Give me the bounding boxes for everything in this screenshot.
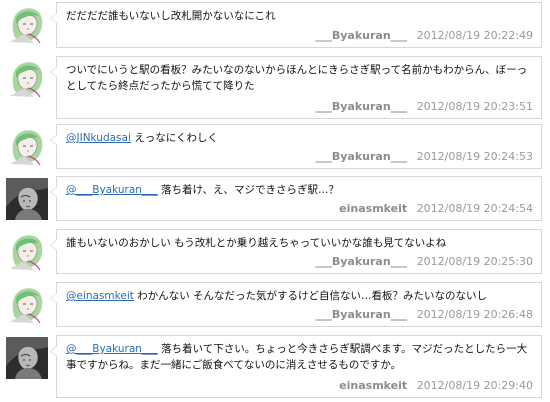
anime-green-hair-icon bbox=[6, 4, 48, 46]
tweet-row: @___Byakuran___ 落ち着け、え、マジできさらぎ駅…？ einasm… bbox=[0, 176, 550, 221]
tweet-mention-link[interactable]: @JINkudasai bbox=[66, 132, 131, 144]
avatar[interactable] bbox=[6, 178, 48, 220]
tweet-text: @einasmkeit わかんない そんなだった気がするけど自信ない…看板？みた… bbox=[66, 288, 531, 304]
tweet-mention-link[interactable]: @___Byakuran___ bbox=[66, 343, 158, 355]
tweet-author[interactable]: ___Byakuran___ bbox=[315, 100, 407, 113]
tweet-row: 誰もいないのおかしい もう改札とか乗り越えちゃっていいかな誰も見てないよね __… bbox=[0, 229, 550, 274]
tweet-row: @___Byakuran___ 落ち着いて下さい。ちょっと今きさらぎ駅調べます。… bbox=[0, 335, 550, 398]
tweet-bubble: @JINkudasai えっなにくわしく ___Byakuran___ 2012… bbox=[50, 124, 542, 169]
tweet-body: えっなにくわしく bbox=[130, 132, 219, 144]
tweet-meta: einasmkeit 2012/08/19 20:29:40 bbox=[339, 379, 533, 393]
tweet-row: @einasmkeit わかんない そんなだった気がするけど自信ない…看板？みた… bbox=[0, 282, 550, 327]
grayscale-portrait-icon bbox=[6, 337, 48, 379]
anime-green-hair-icon bbox=[6, 126, 48, 168]
avatar[interactable] bbox=[6, 231, 48, 273]
tweet-timeline: だだだだ誰もいないし改札開かないなにこれ ___Byakuran___ 2012… bbox=[0, 0, 550, 402]
avatar[interactable] bbox=[6, 337, 48, 379]
tweet-body: 誰もいないのおかしい もう改札とか乗り越えちゃっていいかな誰も見てないよね bbox=[66, 237, 447, 249]
tweet-body: だだだだ誰もいないし改札開かないなにこれ bbox=[66, 10, 276, 22]
tweet-meta: ___Byakuran___ 2012/08/19 20:25:30 bbox=[315, 255, 533, 269]
tweet-author[interactable]: ___Byakuran___ bbox=[315, 29, 407, 42]
anime-green-hair-icon bbox=[6, 284, 48, 326]
tweet-timestamp[interactable]: 2012/08/19 20:24:54 bbox=[417, 202, 533, 215]
tweet-text: @___Byakuran___ 落ち着け、え、マジできさらぎ駅…？ bbox=[66, 182, 531, 198]
tweet-text: だだだだ誰もいないし改札開かないなにこれ bbox=[66, 8, 531, 24]
tweet-timestamp[interactable]: 2012/08/19 20:29:40 bbox=[417, 379, 533, 392]
tweet-bubble: ついでにいうと駅の看板？みたいなのないからほんとにきらさぎ駅って名前かもわからん… bbox=[50, 56, 542, 119]
tweet-row: ついでにいうと駅の看板？みたいなのないからほんとにきらさぎ駅って名前かもわからん… bbox=[0, 56, 550, 119]
tweet-mention-link[interactable]: @___Byakuran___ bbox=[66, 184, 158, 196]
tweet-meta: ___Byakuran___ 2012/08/19 20:24:53 bbox=[315, 150, 533, 164]
tweet-body: 落ち着け、え、マジできさらぎ駅…？ bbox=[157, 184, 339, 196]
tweet-timestamp[interactable]: 2012/08/19 20:26:48 bbox=[417, 308, 533, 321]
tweet-author[interactable]: einasmkeit bbox=[339, 379, 407, 392]
tweet-timestamp[interactable]: 2012/08/19 20:25:30 bbox=[417, 255, 533, 268]
tweet-author[interactable]: ___Byakuran___ bbox=[315, 255, 407, 268]
tweet-bubble: 誰もいないのおかしい もう改札とか乗り越えちゃっていいかな誰も見てないよね __… bbox=[50, 229, 542, 274]
tweet-meta: ___Byakuran___ 2012/08/19 20:23:51 bbox=[315, 100, 533, 114]
tweet-mention-link[interactable]: @einasmkeit bbox=[66, 290, 134, 302]
avatar[interactable] bbox=[6, 58, 48, 100]
tweet-row: だだだだ誰もいないし改札開かないなにこれ ___Byakuran___ 2012… bbox=[0, 2, 550, 48]
grayscale-portrait-icon bbox=[6, 178, 48, 220]
avatar[interactable] bbox=[6, 284, 48, 326]
tweet-bubble: @einasmkeit わかんない そんなだった気がするけど自信ない…看板？みた… bbox=[50, 282, 542, 327]
tweet-timestamp[interactable]: 2012/08/19 20:22:49 bbox=[417, 29, 533, 42]
tweet-row: @JINkudasai えっなにくわしく ___Byakuran___ 2012… bbox=[0, 124, 550, 169]
tweet-text: ついでにいうと駅の看板？みたいなのないからほんとにきらさぎ駅って名前かもわからん… bbox=[66, 62, 531, 94]
anime-green-hair-icon bbox=[6, 231, 48, 273]
tweet-meta: ___Byakuran___ 2012/08/19 20:22:49 bbox=[315, 29, 533, 43]
tweet-meta: einasmkeit 2012/08/19 20:24:54 bbox=[339, 202, 533, 216]
tweet-text: @___Byakuran___ 落ち着いて下さい。ちょっと今きさらぎ駅調べます。… bbox=[66, 341, 531, 373]
tweet-author[interactable]: einasmkeit bbox=[339, 202, 407, 215]
tweet-bubble: @___Byakuran___ 落ち着いて下さい。ちょっと今きさらぎ駅調べます。… bbox=[50, 335, 542, 398]
tweet-bubble: だだだだ誰もいないし改札開かないなにこれ ___Byakuran___ 2012… bbox=[50, 2, 542, 48]
tweet-body: ついでにいうと駅の看板？みたいなのないからほんとにきらさぎ駅って名前かもわからん… bbox=[66, 64, 528, 92]
tweet-body: わかんない そんなだった気がするけど自信ない…看板？みたいなのないし bbox=[133, 290, 488, 302]
tweet-bubble: @___Byakuran___ 落ち着け、え、マジできさらぎ駅…？ einasm… bbox=[50, 176, 542, 221]
tweet-text: 誰もいないのおかしい もう改札とか乗り越えちゃっていいかな誰も見てないよね bbox=[66, 235, 531, 251]
tweet-meta: ___Byakuran___ 2012/08/19 20:26:48 bbox=[315, 308, 533, 322]
avatar[interactable] bbox=[6, 4, 48, 46]
tweet-timestamp[interactable]: 2012/08/19 20:23:51 bbox=[417, 100, 533, 113]
avatar[interactable] bbox=[6, 126, 48, 168]
tweet-author[interactable]: ___Byakuran___ bbox=[315, 308, 407, 321]
tweet-author[interactable]: ___Byakuran___ bbox=[315, 150, 407, 163]
anime-green-hair-icon bbox=[6, 58, 48, 100]
tweet-text: @JINkudasai えっなにくわしく bbox=[66, 130, 531, 146]
tweet-timestamp[interactable]: 2012/08/19 20:24:53 bbox=[417, 150, 533, 163]
